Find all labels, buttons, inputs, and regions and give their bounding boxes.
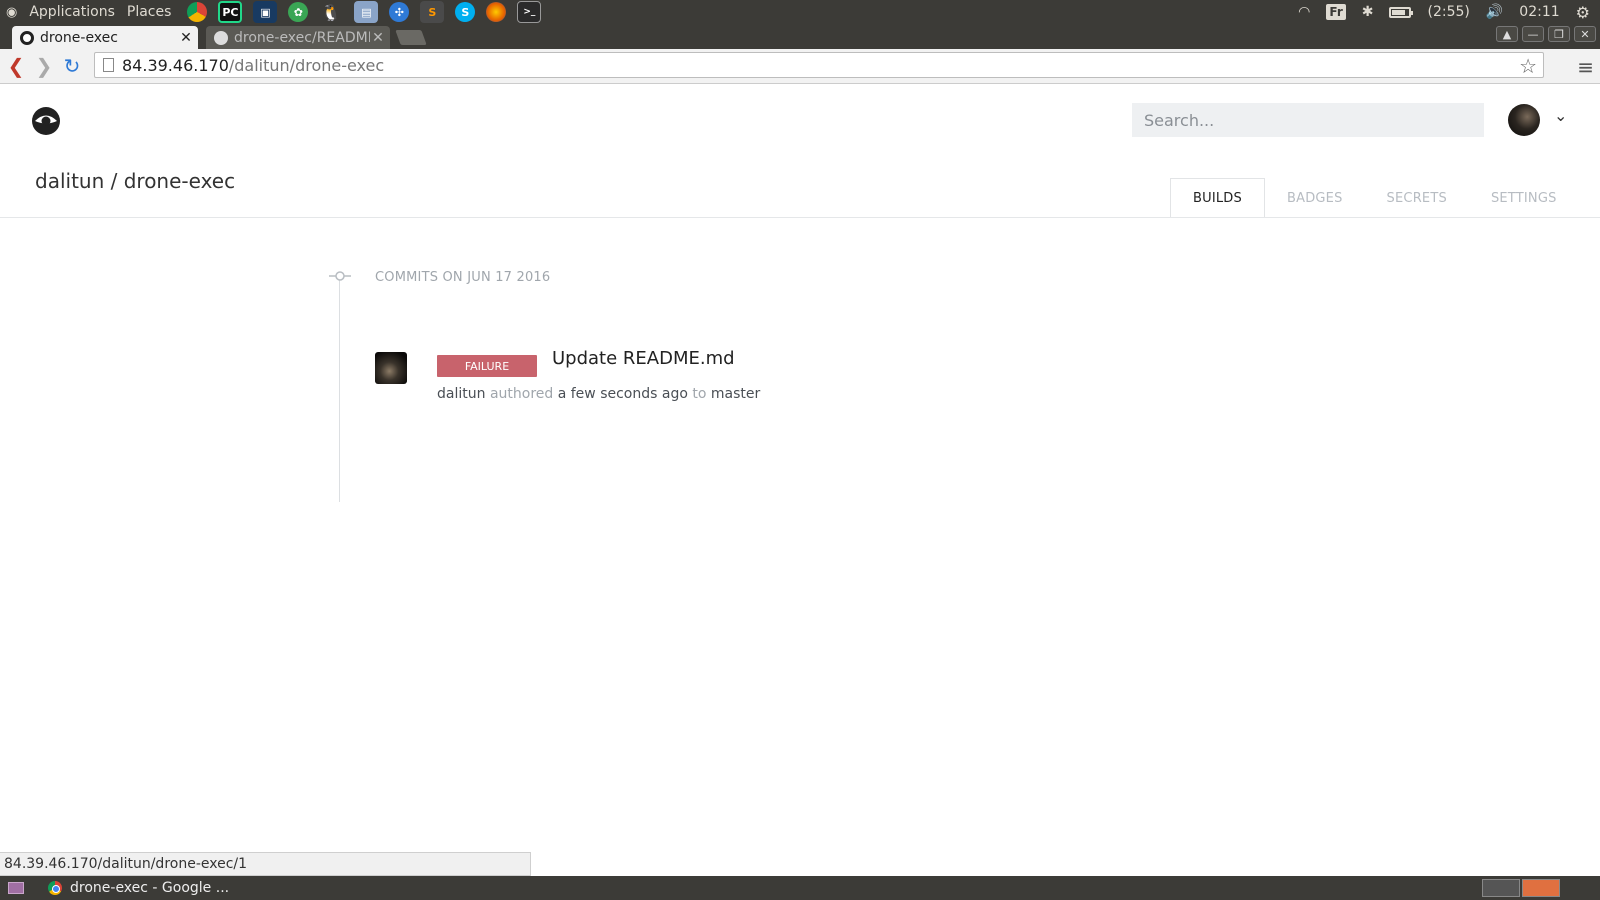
maximize-icon[interactable]: ❐ [1548,26,1570,42]
tab-readme[interactable]: drone-exec/README ✕ [206,26,390,49]
tab-drone-exec[interactable]: drone-exec ✕ [12,26,198,49]
clock[interactable]: 02:11 [1519,4,1559,20]
chrome-menu-icon[interactable]: ≡ [1577,55,1594,79]
remote-desktop-icon[interactable]: ▤ [354,1,379,23]
repo-title: dalitun / drone-exec [35,169,236,193]
show-desktop-icon[interactable] [8,882,24,894]
search-input[interactable] [1132,103,1484,137]
status-badge: FAILURE [437,355,537,377]
battery-icon[interactable] [1389,6,1414,18]
profile-icon[interactable]: ▲ [1496,26,1518,42]
close-icon[interactable]: ✕ [370,30,386,46]
tab-title: drone-exec/README [234,29,370,46]
tab-secrets[interactable]: SECRETS [1365,178,1469,218]
workspace-1[interactable] [1482,879,1520,897]
new-tab-button[interactable] [395,30,427,45]
commit-icon [329,271,351,281]
drone-logo-icon[interactable] [31,106,61,136]
battery-time: (2:55) [1427,4,1470,20]
places-menu[interactable]: Places [127,4,172,20]
chrome-icon [48,881,62,895]
system-top-panel: ◉ Applications Places PC ▣ ✿ 🐧 ▤ ✣ S S >… [0,0,1600,24]
firefox-icon[interactable] [486,2,507,22]
user-avatar[interactable] [1508,104,1540,136]
pycharm-icon[interactable]: PC [218,1,243,23]
commit-author-avatar [375,352,407,384]
virtualbox-icon[interactable]: ▣ [253,1,278,23]
page-icon [103,58,114,72]
tab-builds[interactable]: BUILDS [1170,178,1265,218]
window-controls: ▲ — ❐ ✕ [1496,26,1596,42]
drone-favicon-icon [20,30,34,45]
volume-icon[interactable]: 🔊 [1486,4,1503,20]
commit-message[interactable]: Update README.md [552,348,735,369]
window-close-icon[interactable]: ✕ [1574,26,1596,42]
authored-label: authored [489,386,554,402]
reload-button[interactable]: ↻ [58,52,86,80]
gear-icon[interactable]: ⚙ [1576,3,1590,22]
drone-app: ⌄ dalitun / drone-exec BUILDS BADGES SEC… [0,84,1600,856]
back-button[interactable]: ❮ [2,52,30,80]
keyboard-layout-indicator[interactable]: Fr [1326,4,1346,20]
close-icon[interactable]: ✕ [178,30,194,46]
bluetooth-icon[interactable]: ✱ [1362,4,1374,20]
to-label: to [692,386,707,402]
workspace-switcher [1482,879,1560,897]
browser-tab-strip: drone-exec ✕ drone-exec/README ✕ ▲ — ❐ ✕ [0,24,1600,49]
commit-time: a few seconds ago [557,386,688,402]
url-host: 84.39.46.170 [122,55,229,75]
chevron-down-icon[interactable]: ⌄ [1554,106,1567,125]
github-favicon-icon [214,30,228,45]
header-divider [0,217,1600,218]
tab-badges[interactable]: BADGES [1265,178,1365,218]
taskbar-window-chrome[interactable]: drone-exec - Google ... [48,880,229,896]
taskbar-window-title: drone-exec - Google ... [70,880,230,896]
commit-branch: master [710,386,761,402]
wifi-icon[interactable]: ◠ [1298,4,1310,20]
panel-menu: ◉ Applications Places [0,0,183,24]
sublime-icon[interactable]: S [420,1,445,23]
workspace-2[interactable] [1522,879,1560,897]
status-url-bubble: 84.39.46.170/dalitun/drone-exec/1 [0,852,531,876]
tab-title: drone-exec [40,29,118,46]
bottom-taskbar: drone-exec - Google ... [0,876,1600,900]
minimize-icon[interactable]: — [1522,26,1544,42]
skype-icon[interactable]: S [455,2,476,22]
commit-group-header: COMMITS ON JUN 17 2016 [375,270,551,285]
repo-tabs: BUILDS BADGES SECRETS SETTINGS [1170,178,1579,218]
browser-toolbar: ❮ ❯ ↻ 84.39.46.170/dalitun/drone-exec ☆ … [0,49,1600,84]
panel-launcher: PC ▣ ✿ 🐧 ▤ ✣ S S >_ [187,1,542,23]
app-green-icon[interactable]: ✿ [288,2,309,22]
network-icon[interactable]: ✣ [389,2,410,22]
forward-button[interactable]: ❯ [30,52,58,80]
tab-settings[interactable]: SETTINGS [1469,178,1579,218]
system-tray: ◠ Fr ✱ (2:55) 🔊 02:11 ⚙ [1298,0,1600,24]
url-path: /dalitun/drone-exec [228,55,385,75]
chrome-icon[interactable] [187,2,208,22]
commit-author: dalitun [437,386,486,402]
terminal-icon[interactable]: >_ [517,1,542,23]
build-meta: dalitun authored a few seconds ago to ma… [437,386,760,402]
applications-menu[interactable]: Applications [29,4,115,20]
timeline-line [339,276,340,502]
address-bar[interactable]: 84.39.46.170/dalitun/drone-exec ☆ [94,52,1544,78]
bookmark-star-icon[interactable]: ☆ [1519,54,1537,78]
ubuntu-logo-icon[interactable]: ◉ [6,5,17,20]
tux-icon[interactable]: 🐧 [319,1,343,23]
